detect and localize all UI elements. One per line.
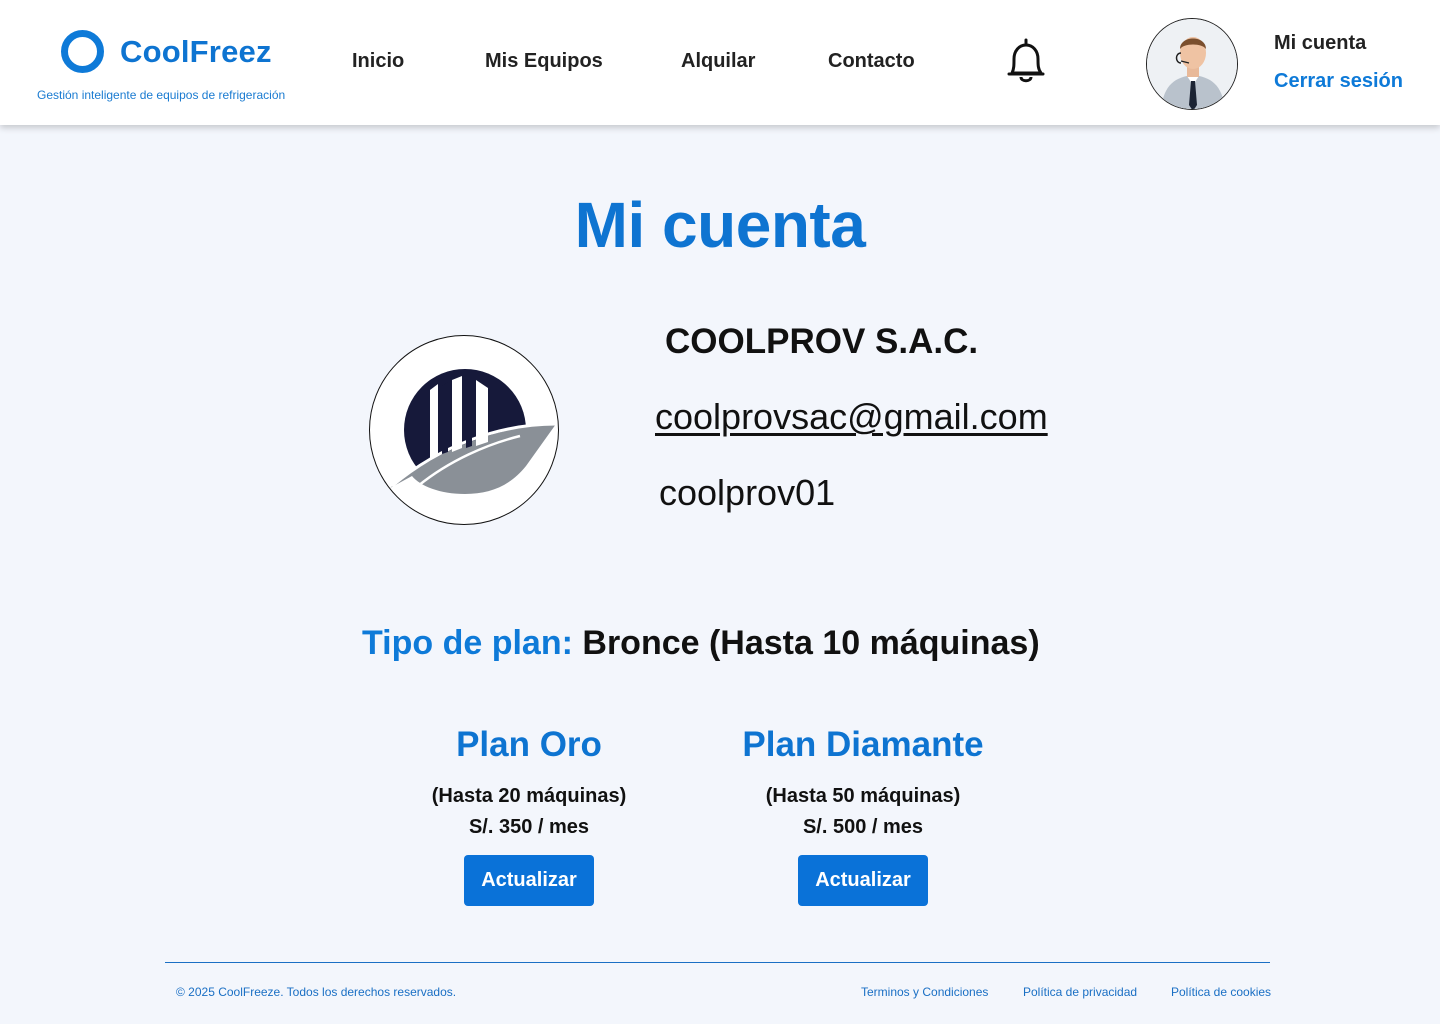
plan-limit: (Hasta 20 máquinas) [431, 785, 627, 807]
page-title: Mi cuenta [574, 189, 866, 261]
bell-icon[interactable] [1004, 37, 1048, 85]
top-header: CoolFreez Gestión inteligente de equipos… [0, 0, 1440, 125]
plan-name: Plan Oro [456, 725, 602, 764]
current-plan: Tipo de plan: Bronce (Hasta 10 máquinas) [0, 624, 1440, 663]
current-plan-value: Bronce (Hasta 10 máquinas) [582, 624, 1040, 662]
plan-price: S/. 350 / mes [468, 816, 590, 838]
upgrade-oro-button[interactable]: Actualizar [464, 855, 594, 906]
account-label[interactable]: Mi cuenta [1274, 32, 1366, 55]
nav-alquilar[interactable]: Alquilar [681, 50, 755, 73]
company-email-link[interactable]: coolprovsac@gmail.com [655, 396, 1048, 438]
footer-link-terms[interactable]: Terminos y Condiciones [861, 985, 988, 999]
company-name: COOLPROV S.A.C. [665, 322, 979, 361]
footer-link-privacy[interactable]: Política de privacidad [1023, 985, 1137, 999]
user-avatar[interactable] [1146, 18, 1238, 110]
logout-link[interactable]: Cerrar sesión [1274, 70, 1403, 93]
footer-copyright: © 2025 CoolFreeze. Todos los derechos re… [176, 985, 457, 999]
brand-tagline: Gestión inteligente de equipos de refrig… [37, 88, 286, 102]
nav-contacto[interactable]: Contacto [828, 50, 915, 73]
current-plan-label: Tipo de plan: [362, 624, 573, 662]
plan-card-diamante: Plan Diamante (Hasta 50 máquinas) S/. 50… [713, 725, 1013, 906]
avatar-photo-icon [1147, 19, 1237, 109]
plan-price: S/. 500 / mes [802, 816, 924, 838]
plan-name: Plan Diamante [742, 725, 984, 764]
nav-inicio[interactable]: Inicio [352, 50, 404, 73]
company-logo [369, 335, 559, 525]
building-logo-icon [390, 369, 557, 494]
plan-limit: (Hasta 50 máquinas) [765, 785, 961, 807]
footer-link-cookies[interactable]: Política de cookies [1171, 985, 1271, 999]
plan-card-oro: Plan Oro (Hasta 20 máquinas) S/. 350 / m… [379, 725, 679, 906]
footer-divider [165, 962, 1270, 963]
company-username: coolprov01 [659, 472, 836, 513]
nav-mis-equipos[interactable]: Mis Equipos [485, 50, 603, 73]
brand[interactable]: CoolFreez Gestión inteligente de equipos… [37, 30, 285, 102]
upgrade-diamante-button[interactable]: Actualizar [798, 855, 928, 906]
brand-name: CoolFreez [120, 33, 272, 69]
brand-ring-icon [61, 30, 104, 73]
